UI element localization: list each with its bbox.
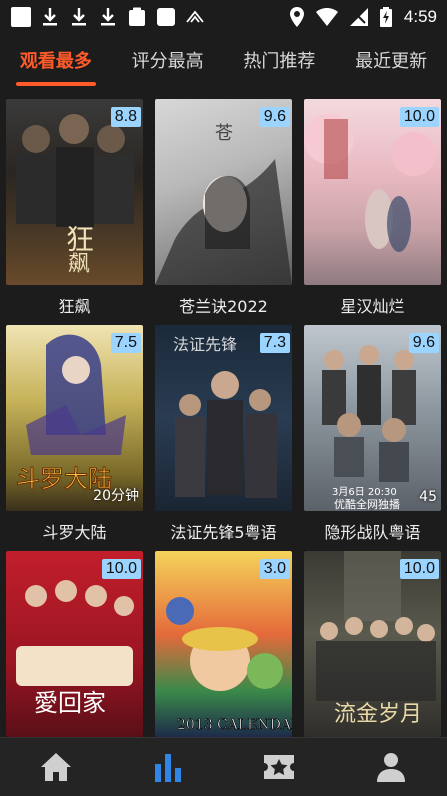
video-card[interactable]: 流金岁月 10.0 [304, 551, 441, 767]
nav-home-button[interactable] [26, 738, 86, 796]
notification-square-icon [11, 7, 31, 27]
battery-charging-icon [379, 7, 392, 27]
person-icon [377, 753, 406, 782]
video-card[interactable]: 2013 CALENDAR 3.0 [155, 551, 292, 767]
rating-badge: 10.0 [101, 559, 141, 579]
rating-badge: 3.0 [259, 559, 290, 579]
tab-most-watched[interactable]: 观看最多 [15, 34, 96, 90]
poster-image[interactable]: 法证先锋 7.3 [155, 325, 292, 511]
signal-icon [349, 8, 368, 26]
svg-text:愛回家: 愛回家 [34, 689, 106, 717]
poster-image[interactable]: 斗罗大陆 7.5 20分钟 [6, 325, 143, 511]
video-card[interactable]: 3月6日 20:30 优酷全网独播 9.6 45 隐形战队粤语 [304, 325, 441, 542]
episode-caption: 45 [419, 489, 437, 505]
tab-top-rated[interactable]: 评分最高 [128, 34, 208, 90]
video-title: 狂飙 [58, 297, 91, 316]
rating-badge: 8.8 [110, 107, 141, 127]
poster-image[interactable]: 3月6日 20:30 优酷全网独播 9.6 45 [304, 325, 441, 511]
svg-text:3月6日 20:30: 3月6日 20:30 [332, 486, 397, 498]
video-card[interactable]: 斗罗大陆 7.5 20分钟 斗罗大陆 [6, 325, 143, 542]
video-title: 法证先锋5粤语 [170, 523, 277, 542]
video-card[interactable]: 10.0 星汉灿烂 [304, 99, 441, 316]
tab-hot-recommend[interactable]: 热门推荐 [239, 34, 319, 90]
location-icon [289, 7, 304, 27]
bar-chart-icon [154, 754, 181, 782]
nav-ranking-button[interactable] [138, 738, 198, 796]
video-title: 斗罗大陆 [42, 523, 107, 542]
star-ticket-icon [264, 755, 295, 779]
download-icon [40, 7, 60, 27]
episode-caption: 20分钟 [93, 488, 139, 504]
home-icon [40, 753, 71, 781]
poster-image[interactable]: 2013 CALENDAR 3.0 [155, 551, 292, 737]
svg-text:优酷全网独播: 优酷全网独播 [334, 497, 400, 511]
rating-badge: 10.0 [399, 107, 439, 127]
rating-badge: 7.5 [110, 333, 141, 353]
clock: 4:59 [403, 7, 437, 26]
poster-image[interactable]: 愛回家 10.0 [6, 551, 143, 737]
nav-profile-button[interactable] [361, 738, 421, 796]
video-card[interactable]: 愛回家 10.0 [6, 551, 143, 767]
poster-image[interactable]: 苍 9.6 [155, 99, 292, 285]
download-icon [69, 7, 89, 27]
tab-recently-updated[interactable]: 最近更新 [351, 34, 431, 90]
app-notification-icon [156, 7, 176, 27]
poster-image[interactable]: 狂 飙 8.8 [6, 99, 143, 285]
category-tabs: 观看最多 评分最高 热门推荐 最近更新 [0, 34, 447, 90]
clipboard-icon [127, 7, 147, 27]
video-card[interactable]: 苍 9.6 苍兰诀2022 [155, 99, 292, 316]
svg-text:2013 CALENDAR: 2013 CALENDAR [177, 717, 292, 733]
rating-badge: 7.3 [259, 333, 290, 353]
bottom-navigation [0, 737, 447, 796]
svg-text:法证先锋: 法证先锋 [173, 335, 237, 354]
download-icon [98, 7, 118, 27]
wifi-icon [315, 8, 338, 26]
video-title: 苍兰诀2022 [179, 297, 268, 316]
svg-text:飙: 飙 [68, 252, 90, 277]
video-title: 星汉灿烂 [340, 297, 405, 316]
status-bar: 4:59 [0, 0, 447, 34]
video-grid: 狂 飙 8.8 狂飙 苍 9.6 苍兰诀2022 10.0 星汉灿烂 斗罗大陆 … [6, 99, 442, 767]
poster-image[interactable]: 流金岁月 10.0 [304, 551, 441, 737]
svg-text:苍: 苍 [215, 123, 233, 144]
rating-badge: 9.6 [408, 333, 439, 353]
svg-text:流金岁月: 流金岁月 [334, 702, 422, 727]
rating-badge: 9.6 [259, 107, 290, 127]
video-title: 隐形战队粤语 [324, 523, 421, 542]
cast-icon [185, 7, 205, 27]
nav-favorites-button[interactable] [249, 738, 309, 796]
rating-badge: 10.0 [399, 559, 439, 579]
video-card[interactable]: 狂 飙 8.8 狂飙 [6, 99, 143, 316]
poster-image[interactable]: 10.0 [304, 99, 441, 285]
video-card[interactable]: 法证先锋 7.3 法证先锋5粤语 [155, 325, 292, 542]
